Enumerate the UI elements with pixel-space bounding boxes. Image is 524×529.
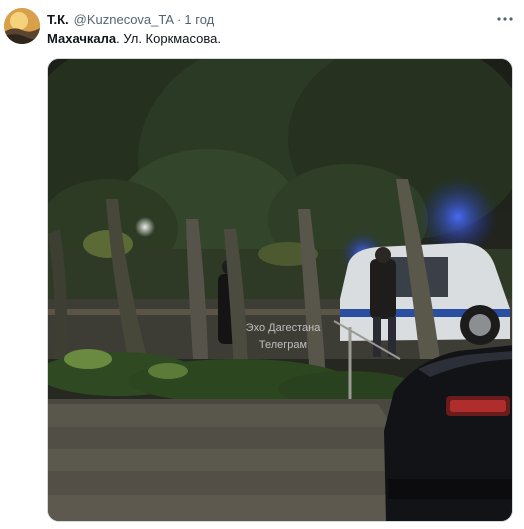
tweet-text-bold: Махачкала xyxy=(47,31,117,46)
tweet-header: Т.К. @Kuznecova_TA · 1 год xyxy=(47,10,214,28)
tweet-media-video[interactable]: Эхо Дагестана Телеграм xyxy=(47,58,513,522)
display-name[interactable]: Т.К. xyxy=(47,12,69,27)
tweet-text: Махачкала. Ул. Коркмасова. xyxy=(47,31,221,47)
tweet-text-rest: . Ул. Коркмасова. xyxy=(116,31,221,46)
watermark-line-1: Эхо Дагестана xyxy=(245,322,321,334)
timestamp[interactable]: 1 год xyxy=(184,12,214,27)
tweet-card[interactable]: Т.К. @Kuznecova_TA · 1 год Махачкала. Ул… xyxy=(0,0,524,529)
separator-dot: · xyxy=(177,11,182,27)
media-watermark: Эхо Дагестана Телеграм xyxy=(208,320,358,354)
more-options-button[interactable] xyxy=(492,10,518,28)
avatar[interactable] xyxy=(4,8,40,44)
watermark-line-2: Телеграм xyxy=(258,339,308,351)
media-frame xyxy=(48,59,512,521)
more-options-icon xyxy=(497,17,513,21)
user-handle[interactable]: @Kuznecova_TA xyxy=(74,12,174,27)
